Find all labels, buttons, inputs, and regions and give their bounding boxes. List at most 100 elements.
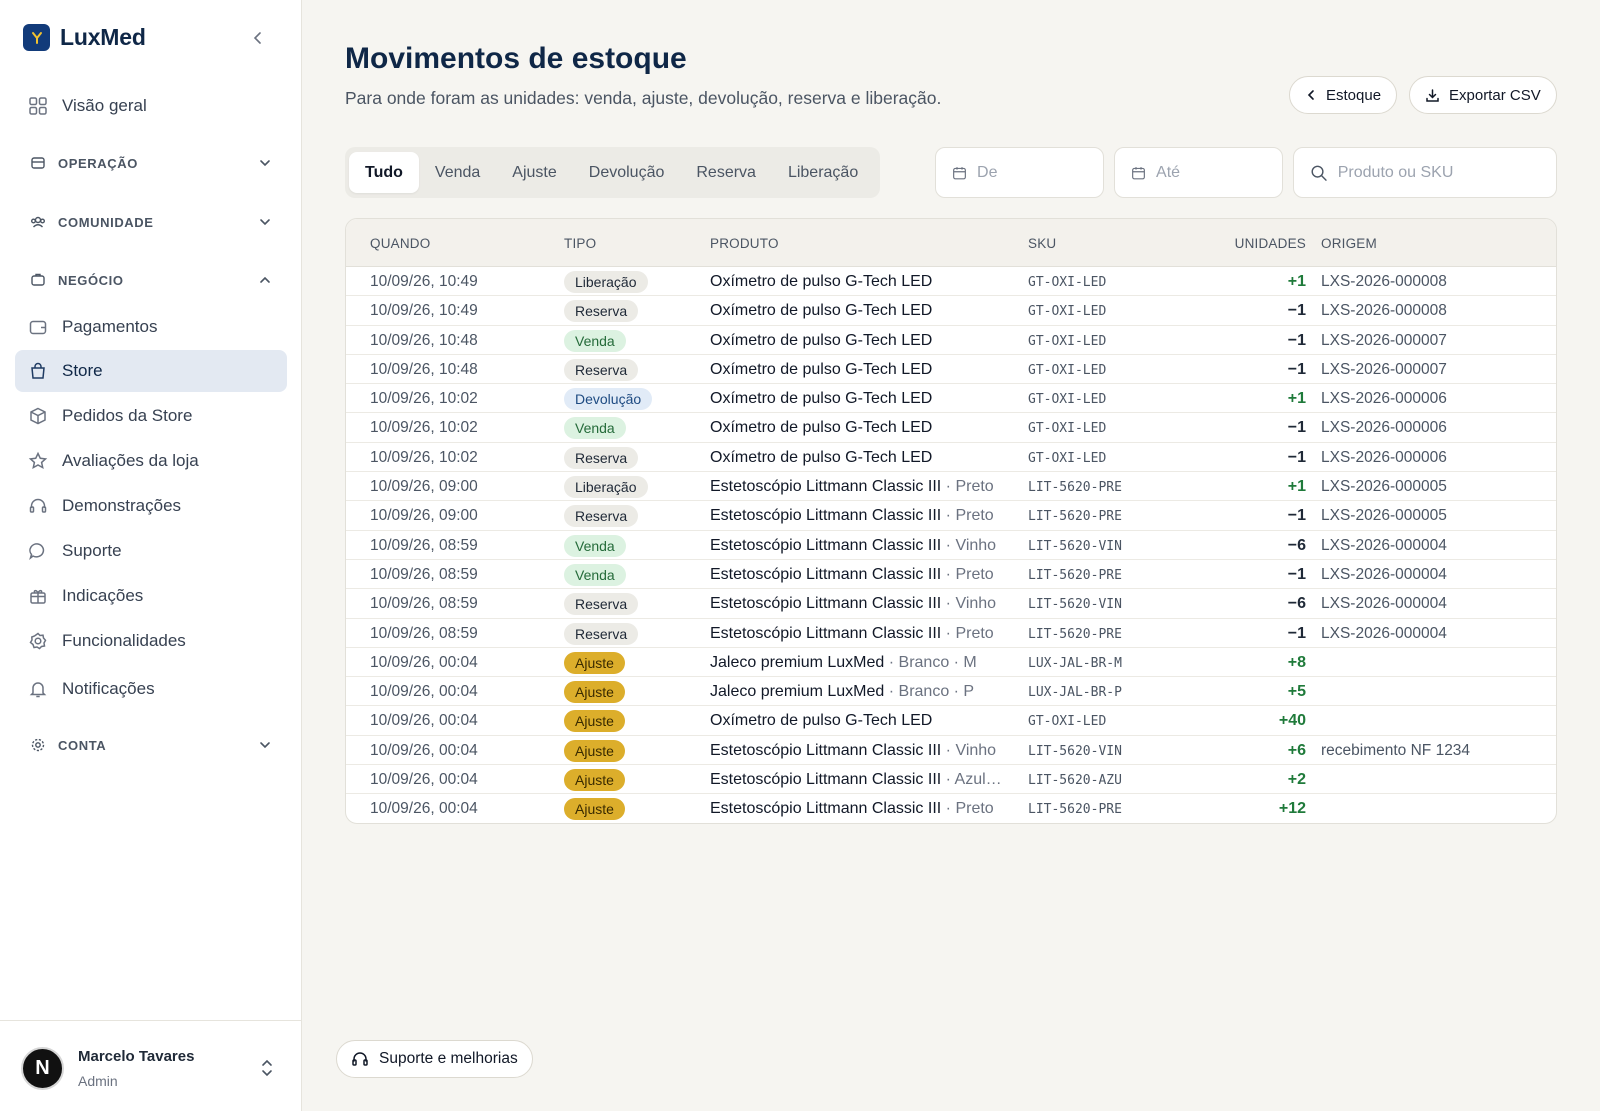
- cell-origin: LXS-2026-000008: [1321, 273, 1447, 290]
- sidebar-item-avalia-es-da-loja[interactable]: Avaliações da loja: [15, 440, 287, 482]
- export-csv-button[interactable]: Exportar CSV: [1409, 76, 1557, 114]
- cell-origin: LXS-2026-000005: [1321, 478, 1447, 496]
- type-badge: Reserva: [564, 446, 639, 469]
- cell-units: −1: [1287, 360, 1306, 378]
- column-header-produto[interactable]: PRODUTO: [710, 236, 779, 251]
- product-variant: · Azul…: [941, 771, 1002, 789]
- tab-tudo[interactable]: Tudo: [349, 152, 419, 193]
- table-row[interactable]: 10/09/26, 09:00 Reserva Estetoscópio Littm…: [346, 501, 1556, 531]
- date-to-field[interactable]: [1114, 147, 1283, 198]
- column-header-quando[interactable]: QUANDO: [370, 236, 430, 251]
- cell-units: −1: [1287, 507, 1306, 525]
- date-from-field[interactable]: [935, 147, 1104, 198]
- support-feedback-button[interactable]: Suporte e melhorias: [336, 1040, 533, 1078]
- chevron-left-icon[interactable]: [246, 26, 270, 50]
- date-to-input[interactable]: [1156, 163, 1282, 182]
- column-header-unidades[interactable]: UNIDADES: [1235, 236, 1306, 251]
- section-operacao[interactable]: OPERAÇÃO: [15, 146, 287, 180]
- date-from-input[interactable]: [977, 163, 1103, 182]
- table-row[interactable]: 10/09/26, 08:59 Venda Estetoscópio Littman…: [346, 531, 1556, 560]
- table-row[interactable]: 10/09/26, 08:59 Venda Estetoscópio Littman…: [346, 560, 1556, 590]
- product-variant: · Preto: [941, 800, 994, 818]
- sidebar-item-visao-geral[interactable]: Visão geral: [15, 85, 287, 127]
- table-row[interactable]: 10/09/26, 10:49 Liberação Oxímetro de puls…: [346, 267, 1556, 297]
- column-header-tipo[interactable]: TIPO: [564, 236, 596, 251]
- column-header-origem[interactable]: ORIGEM: [1321, 236, 1377, 251]
- table-row[interactable]: 10/09/26, 10:02 Venda Oxímetro de pulso G-…: [346, 413, 1556, 443]
- table-row[interactable]: 10/09/26, 09:00 Liberação Estetoscópio Lit…: [346, 472, 1556, 502]
- type-badge: Devolução: [564, 388, 653, 411]
- type-badge: Ajuste: [564, 769, 625, 792]
- product-name: Estetoscópio Littmann Classic III: [710, 624, 942, 642]
- table-row[interactable]: 10/09/26, 00:04 Ajuste Jaleco premium LuxM…: [346, 648, 1556, 678]
- chevrons-up-down-icon[interactable]: [258, 1057, 276, 1079]
- type-badge: Ajuste: [564, 651, 625, 674]
- table-row[interactable]: 10/09/26, 08:59 Reserva Estetoscópio Littm…: [346, 589, 1556, 619]
- table-row[interactable]: 10/09/26, 10:02 Reserva Oxímetro de pulso …: [346, 443, 1556, 473]
- cell-product: Oxímetro de pulso G-Tech LED: [710, 419, 932, 437]
- table-row[interactable]: 10/09/26, 10:02 Devolução Oxímetro de puls…: [346, 384, 1556, 414]
- section-comunidade[interactable]: COMUNIDADE: [15, 205, 287, 239]
- search-input[interactable]: [1337, 163, 1556, 182]
- user-menu[interactable]: N Marcelo Tavares Admin: [0, 1020, 302, 1111]
- cell-units: −1: [1287, 448, 1306, 466]
- sidebar-item-pedidos-da-store[interactable]: Pedidos da Store: [15, 395, 287, 437]
- product-name: Estetoscópio Littmann Classic III: [710, 771, 942, 789]
- gift-icon: [28, 586, 48, 606]
- back-to-stock-button[interactable]: Estoque: [1289, 76, 1398, 114]
- sidebar-item-indica-es[interactable]: Indicações: [15, 575, 287, 617]
- cell-product: Jaleco premium LuxMed · Branco · M: [710, 654, 977, 672]
- cell-type: Reserva: [564, 505, 639, 528]
- cell-units: +1: [1287, 273, 1306, 290]
- product-variant: · Vinho: [941, 595, 997, 613]
- tab-venda[interactable]: Venda: [419, 152, 496, 193]
- search-field[interactable]: [1293, 147, 1557, 198]
- brand[interactable]: LuxMed: [23, 24, 146, 51]
- cell-type: Ajuste: [564, 798, 625, 821]
- sidebar-item-pagamentos[interactable]: Pagamentos: [15, 306, 287, 348]
- table-row[interactable]: 10/09/26, 00:04 Ajuste Jaleco premium LuxM…: [346, 677, 1556, 707]
- column-header-sku[interactable]: SKU: [1028, 236, 1056, 251]
- cell-product: Oxímetro de pulso G-Tech LED: [710, 273, 932, 291]
- sidebar-item-notifica-es[interactable]: Notificações: [15, 668, 287, 710]
- product-name: Estetoscópio Littmann Classic III: [710, 595, 942, 613]
- briefcase-icon: [28, 270, 48, 290]
- sidebar-item-demonstra-es[interactable]: Demonstrações: [15, 485, 287, 527]
- cell-when: 10/09/26, 10:02: [370, 448, 478, 466]
- cell-sku: LIT-5620-PRE: [1028, 567, 1122, 583]
- tab-libera-o[interactable]: Liberação: [772, 152, 874, 193]
- table-row[interactable]: 10/09/26, 00:04 Ajuste Estetoscópio Littma…: [346, 765, 1556, 795]
- table-row[interactable]: 10/09/26, 10:49 Reserva Oxímetro de pulso …: [346, 296, 1556, 326]
- tab-ajuste[interactable]: Ajuste: [496, 152, 572, 193]
- cell-units: +5: [1287, 683, 1306, 701]
- product-variant: · Branco · M: [884, 653, 977, 671]
- section-conta[interactable]: CONTA: [15, 728, 287, 762]
- cell-when: 10/09/26, 09:00: [370, 478, 478, 496]
- sidebar-item-suporte[interactable]: Suporte: [15, 530, 287, 572]
- cell-origin: LXS-2026-000005: [1321, 507, 1447, 525]
- table-row[interactable]: 10/09/26, 10:48 Reserva Oxímetro de pulso …: [346, 355, 1556, 385]
- headset-icon: [28, 496, 48, 516]
- table-row[interactable]: 10/09/26, 08:59 Reserva Estetoscópio Littm…: [346, 619, 1556, 648]
- product-name: Estetoscópio Littmann Classic III: [710, 741, 942, 759]
- cell-type: Venda: [564, 329, 626, 352]
- table-row[interactable]: 10/09/26, 10:48 Venda Oxímetro de pulso G-…: [346, 326, 1556, 355]
- tab-reserva[interactable]: Reserva: [680, 152, 772, 193]
- type-badge: Venda: [564, 534, 626, 557]
- section-negocio[interactable]: NEGÓCIO: [15, 263, 287, 297]
- cell-sku: LIT-5620-VIN: [1028, 597, 1122, 613]
- table-row[interactable]: 10/09/26, 00:04 Ajuste Estetoscópio Littma…: [346, 794, 1556, 823]
- tab-devolu-o[interactable]: Devolução: [573, 152, 681, 193]
- table-row[interactable]: 10/09/26, 00:04 Ajuste Estetoscópio Littma…: [346, 736, 1556, 766]
- type-badge: Reserva: [564, 505, 639, 528]
- product-name: Oxímetro de pulso G-Tech LED: [710, 448, 933, 466]
- sidebar-item-store[interactable]: Store: [15, 350, 287, 392]
- cell-type: Venda: [564, 417, 626, 440]
- chat-icon: [28, 541, 48, 561]
- cell-units: −6: [1287, 595, 1306, 613]
- sidebar-item-funcionalidades[interactable]: Funcionalidades: [15, 620, 287, 662]
- cell-when: 10/09/26, 09:00: [370, 507, 478, 525]
- support-button-label: Suporte e melhorias: [379, 1050, 518, 1067]
- cell-when: 10/09/26, 00:04: [370, 683, 478, 701]
- table-row[interactable]: 10/09/26, 00:04 Ajuste Oxímetro de pulso G…: [346, 706, 1556, 736]
